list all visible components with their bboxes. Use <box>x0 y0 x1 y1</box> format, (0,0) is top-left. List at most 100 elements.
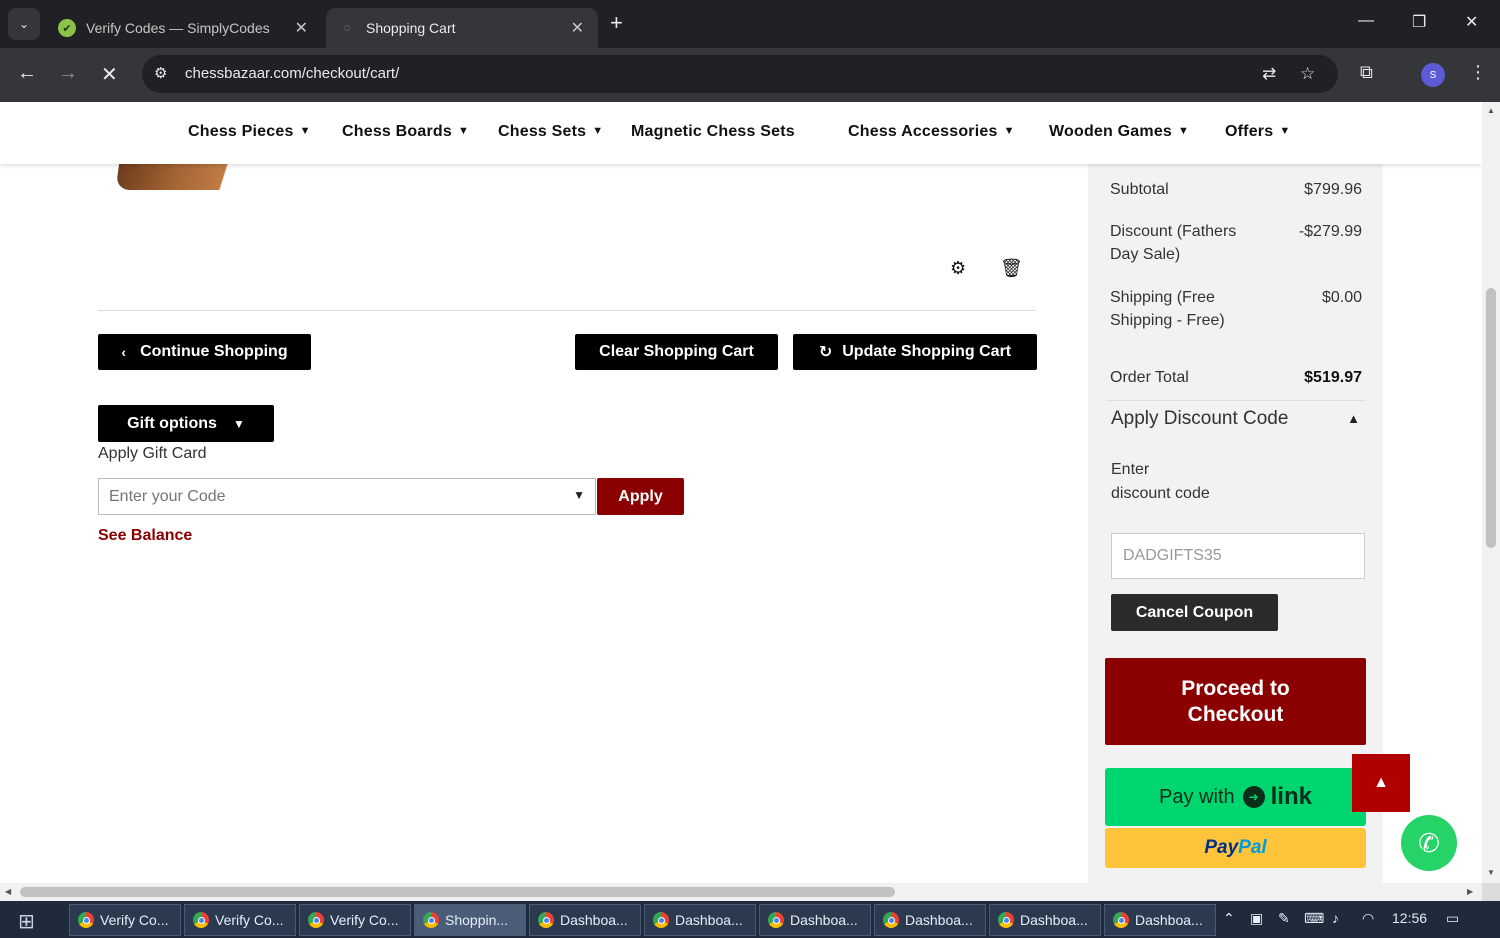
gift-options-toggle[interactable]: Gift options ▼ <box>98 405 274 442</box>
site-main-nav: Chess Pieces ▼ Chess Boards ▼ Chess Sets ▼ … <box>0 102 1482 164</box>
chrome-icon <box>768 912 784 928</box>
os-taskbar: ⊞ Verify Co... Verify Co... Verify Co...… <box>0 901 1500 938</box>
taskbar-app[interactable]: Verify Co... <box>184 904 296 936</box>
site-settings-icon[interactable]: ⚙ <box>154 64 167 82</box>
scroll-right-arrow-icon[interactable]: ▶ <box>1467 887 1473 896</box>
nav-chess-pieces[interactable]: Chess Pieces ▼ <box>188 123 311 141</box>
menu-kebab-icon[interactable]: ⋮ <box>1469 62 1487 83</box>
tray-pen-icon[interactable]: ✎ <box>1278 910 1290 927</box>
chrome-icon <box>78 912 94 928</box>
whatsapp-icon: ✆ <box>1418 827 1440 858</box>
caret-up-icon: ▲ <box>1373 774 1389 791</box>
subtotal-row: Subtotal $799.96 <box>1110 181 1362 198</box>
cart-divider <box>98 310 1036 311</box>
new-tab-icon[interactable]: + <box>610 10 623 36</box>
chrome-icon <box>423 912 439 928</box>
scrollbar-corner <box>1482 883 1500 901</box>
pay-with-link-button[interactable]: Pay with ➜ link <box>1105 768 1366 826</box>
nav-chess-accessories[interactable]: Chess Accessories ▼ <box>848 123 1015 141</box>
translate-icon[interactable]: ⇄ <box>1262 64 1276 84</box>
nav-wooden-games[interactable]: Wooden Games ▼ <box>1049 123 1189 141</box>
apply-gift-card-label: Apply Gift Card <box>98 445 207 462</box>
update-shopping-cart-button[interactable]: ↻ Update Shopping Cart <box>793 334 1037 370</box>
scroll-up-arrow-icon[interactable]: ▲ <box>1487 106 1495 115</box>
continue-shopping-button[interactable]: ‹ Continue Shopping <box>98 334 311 370</box>
edit-item-gear-icon[interactable]: ⚙ <box>950 258 966 279</box>
dropdown-caret-icon[interactable]: ▼ <box>573 488 585 502</box>
vertical-scroll-thumb[interactable] <box>1486 288 1496 548</box>
profile-avatar[interactable]: S <box>1421 63 1445 87</box>
tray-clock[interactable]: 12:56 <box>1392 910 1427 926</box>
gift-card-code-field[interactable] <box>99 479 539 514</box>
chrome-icon <box>1113 912 1129 928</box>
see-balance-link[interactable]: See Balance <box>98 527 192 545</box>
tab-title: Shopping Cart <box>366 20 456 36</box>
proceed-to-checkout-button[interactable]: Proceed to Checkout <box>1105 658 1366 745</box>
scroll-to-top-button[interactable]: ▲ <box>1352 754 1410 812</box>
tab-verify-codes[interactable]: ✔ Verify Codes — SimplyCodes ✕ <box>46 8 322 48</box>
taskbar-app[interactable]: Verify Co... <box>299 904 411 936</box>
loading-favicon-icon: ◌ <box>343 22 351 34</box>
vertical-scrollbar[interactable]: ▲ ▼ <box>1482 102 1500 883</box>
nav-chess-boards[interactable]: Chess Boards ▼ <box>342 123 469 141</box>
chrome-icon <box>653 912 669 928</box>
browser-tab-strip: ⌄ ✔ Verify Codes — SimplyCodes ✕ ◌ Shopp… <box>0 0 1500 48</box>
tray-chevron-up-icon[interactable]: ⌃ <box>1223 910 1235 927</box>
nav-magnetic-chess-sets[interactable]: Magnetic Chess Sets <box>631 123 795 141</box>
gift-card-code-input[interactable]: ▼ <box>98 478 596 515</box>
caret-up-icon: ▲ <box>1347 411 1360 426</box>
stop-loading-icon[interactable]: ✕ <box>101 62 118 87</box>
discount-row: Discount (Fathers Day Sale) -$279.99 <box>1110 223 1362 263</box>
tray-volume-icon[interactable]: ♪ <box>1332 910 1339 926</box>
discount-code-field[interactable] <box>1112 534 1352 578</box>
browser-toolbar: ← → ✕ ⚙ chessbazaar.com/checkout/cart/ ⇄… <box>0 48 1500 102</box>
chrome-icon <box>998 912 1014 928</box>
whatsapp-chat-button[interactable]: ✆ <box>1401 815 1457 871</box>
nav-chess-sets[interactable]: Chess Sets ▼ <box>498 123 603 141</box>
tab-close-icon[interactable]: ✕ <box>571 18 584 38</box>
scroll-down-arrow-icon[interactable]: ▼ <box>1487 868 1495 877</box>
close-window-icon[interactable]: ✕ <box>1465 12 1478 32</box>
taskbar-app[interactable]: Dashboa... <box>644 904 756 936</box>
horizontal-scrollbar[interactable]: ◀ ▶ <box>0 883 1482 901</box>
taskbar-app[interactable]: Verify Co... <box>69 904 181 936</box>
tab-search-icon[interactable]: ⌄ <box>8 8 40 40</box>
bookmark-star-icon[interactable]: ☆ <box>1300 64 1315 84</box>
discount-code-input[interactable] <box>1111 533 1365 579</box>
caret-down-icon: ▼ <box>458 125 470 137</box>
delete-item-trash-icon[interactable]: 🗑 <box>1000 258 1023 279</box>
restore-icon[interactable]: ❐ <box>1412 12 1426 32</box>
taskbar-app[interactable]: Dashboa... <box>529 904 641 936</box>
taskbar-app[interactable]: Dashboa... <box>989 904 1101 936</box>
back-icon[interactable]: ← <box>17 62 37 85</box>
apply-discount-code-toggle[interactable]: Apply Discount Code ▲ <box>1106 400 1366 436</box>
tray-wifi-icon[interactable]: ◠ <box>1362 910 1374 927</box>
taskbar-app[interactable]: Dashboa... <box>759 904 871 936</box>
tray-network-device-icon[interactable]: ▣ <box>1250 910 1263 927</box>
start-grid-icon[interactable]: ⊞ <box>18 909 35 934</box>
apply-gift-card-button[interactable]: Apply <box>597 478 684 515</box>
nav-offers[interactable]: Offers ▼ <box>1225 123 1290 141</box>
tab-close-icon[interactable]: ✕ <box>295 18 308 38</box>
forward-icon[interactable]: → <box>58 62 78 85</box>
taskbar-app[interactable]: Dashboa... <box>1104 904 1216 936</box>
chrome-icon <box>883 912 899 928</box>
caret-down-icon: ▼ <box>232 416 245 431</box>
simplycodes-favicon-icon: ✔ <box>58 19 76 37</box>
tray-ime-icon[interactable]: ⌨ <box>1304 910 1324 927</box>
taskbar-app-active[interactable]: Shoppin... <box>414 904 526 936</box>
url-text[interactable]: chessbazaar.com/checkout/cart/ <box>185 65 399 82</box>
tray-notifications-icon[interactable]: ▭ <box>1446 910 1459 927</box>
tab-title: Verify Codes — SimplyCodes <box>86 20 270 36</box>
taskbar-app[interactable]: Dashboa... <box>874 904 986 936</box>
extensions-icon[interactable]: ⧉ <box>1360 62 1373 83</box>
minimize-icon[interactable]: — <box>1358 12 1374 30</box>
cancel-coupon-button[interactable]: Cancel Coupon <box>1111 594 1278 631</box>
scroll-left-arrow-icon[interactable]: ◀ <box>5 887 11 896</box>
clear-shopping-cart-button[interactable]: Clear Shopping Cart <box>575 334 778 370</box>
horizontal-scroll-thumb[interactable] <box>20 887 895 897</box>
refresh-icon: ↻ <box>818 344 833 361</box>
paypal-button[interactable]: Pay Pal <box>1105 828 1366 868</box>
address-bar[interactable]: ⚙ chessbazaar.com/checkout/cart/ ⇄ ☆ <box>142 55 1338 93</box>
tab-shopping-cart[interactable]: ◌ Shopping Cart ✕ <box>326 8 598 48</box>
